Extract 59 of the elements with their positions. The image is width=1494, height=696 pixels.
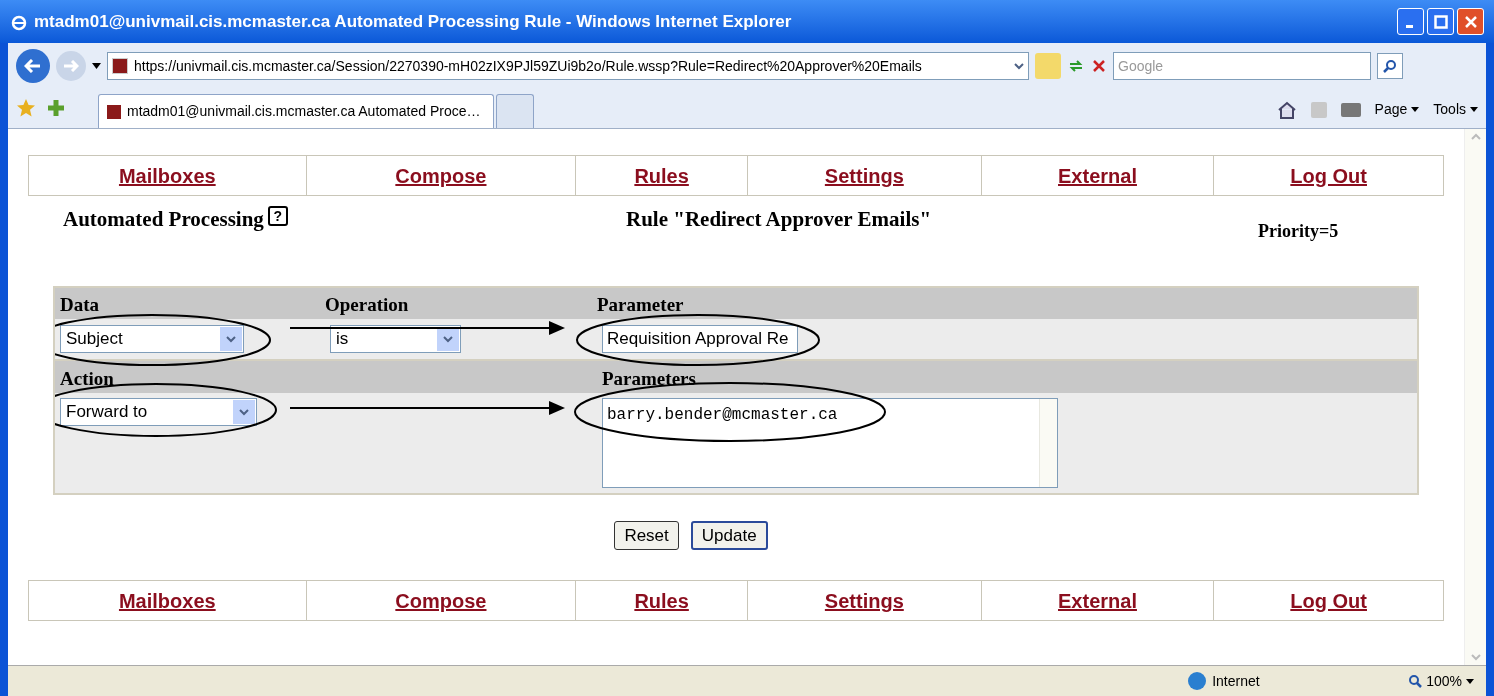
nav-link[interactable]: Mailboxes	[118, 585, 216, 616]
home-icon[interactable]	[1276, 100, 1297, 119]
scrollbar[interactable]	[1464, 129, 1486, 665]
parameter-field[interactable]: Requisition Approval Re	[602, 325, 798, 353]
new-tab-button[interactable]	[496, 94, 534, 128]
parameters-field[interactable]: barry.bender@mcmaster.ca	[602, 398, 1058, 488]
maximize-icon[interactable]	[1427, 8, 1454, 35]
nav-link[interactable]: Rules	[634, 585, 689, 616]
star-icon[interactable]	[16, 98, 36, 118]
nav-link[interactable]: External	[1058, 585, 1137, 616]
nav-link[interactable]: Compose	[395, 160, 487, 191]
stop-icon[interactable]	[1091, 58, 1107, 74]
data-select[interactable]: Subject	[60, 325, 244, 353]
caret-icon[interactable]	[92, 63, 101, 69]
security-zone: Internet	[1212, 671, 1260, 691]
nav-link[interactable]: Settings	[824, 160, 904, 191]
column-header: Parameters	[602, 366, 696, 391]
close-icon[interactable]	[1457, 8, 1484, 35]
minimize-icon[interactable]	[1397, 8, 1424, 35]
nav-link[interactable]: Rules	[634, 160, 689, 191]
action-select[interactable]: Forward to	[60, 398, 257, 426]
form-button[interactable]: Update	[690, 521, 768, 550]
form-button[interactable]: Reset	[614, 521, 679, 550]
caret-icon	[1411, 107, 1420, 112]
site-icon	[112, 58, 128, 74]
scrollbar[interactable]	[1039, 399, 1057, 487]
arrow-right-icon	[63, 60, 79, 72]
search-icon	[1383, 59, 1397, 73]
column-header: Action	[59, 366, 115, 391]
address-field[interactable]: https://univmail.cis.mcmaster.ca/Session/2270390-mH02zIX9PJl59ZUi9b2o/Rule.wssp?Rule=Redirect%20Approver%20Emails	[107, 52, 1029, 80]
nav-link[interactable]: Compose	[395, 585, 487, 616]
operation-select[interactable]: is	[330, 325, 461, 353]
browser-tab[interactable]: mtadm01@univmail.cis.mcmaster.ca Automated Proce…	[98, 94, 494, 128]
column-header: Operation	[325, 292, 410, 317]
caret-icon	[1466, 678, 1474, 684]
zoom-button[interactable]: 100%	[1408, 670, 1474, 692]
nav-link[interactable]: External	[1058, 160, 1137, 191]
globe-icon	[1188, 672, 1207, 690]
help-button[interactable]: ?	[267, 206, 288, 226]
column-header: Parameter	[597, 292, 684, 317]
nav-link[interactable]: Settings	[824, 585, 904, 616]
rule-title: Rule "Redirect Approver Emails"	[625, 206, 933, 233]
scroll-down-icon[interactable]	[1470, 654, 1481, 661]
priority-label: Priority=5	[1258, 220, 1339, 243]
nav-link[interactable]: Log Out	[1290, 160, 1367, 191]
page-heading: Automated Processing	[63, 206, 264, 233]
back-button[interactable]	[16, 49, 50, 83]
window-title: mtadm01@univmail.cis.mcmaster.ca Automated Processing Rule - Windows Internet Explorer	[34, 10, 793, 33]
arrow-left-icon	[24, 59, 42, 73]
search-button[interactable]	[1377, 53, 1403, 79]
zoom-icon	[1408, 674, 1423, 688]
toolbar-menu[interactable]: Tools	[1433, 99, 1478, 120]
nav-link[interactable]: Log Out	[1290, 585, 1367, 616]
site-icon	[107, 104, 121, 119]
scroll-up-icon[interactable]	[1470, 133, 1481, 140]
caret-icon	[1470, 107, 1478, 112]
toolbar-menu[interactable]: Page	[1374, 99, 1420, 120]
nav-link[interactable]: Mailboxes	[118, 160, 216, 191]
column-header: Data	[59, 292, 101, 317]
